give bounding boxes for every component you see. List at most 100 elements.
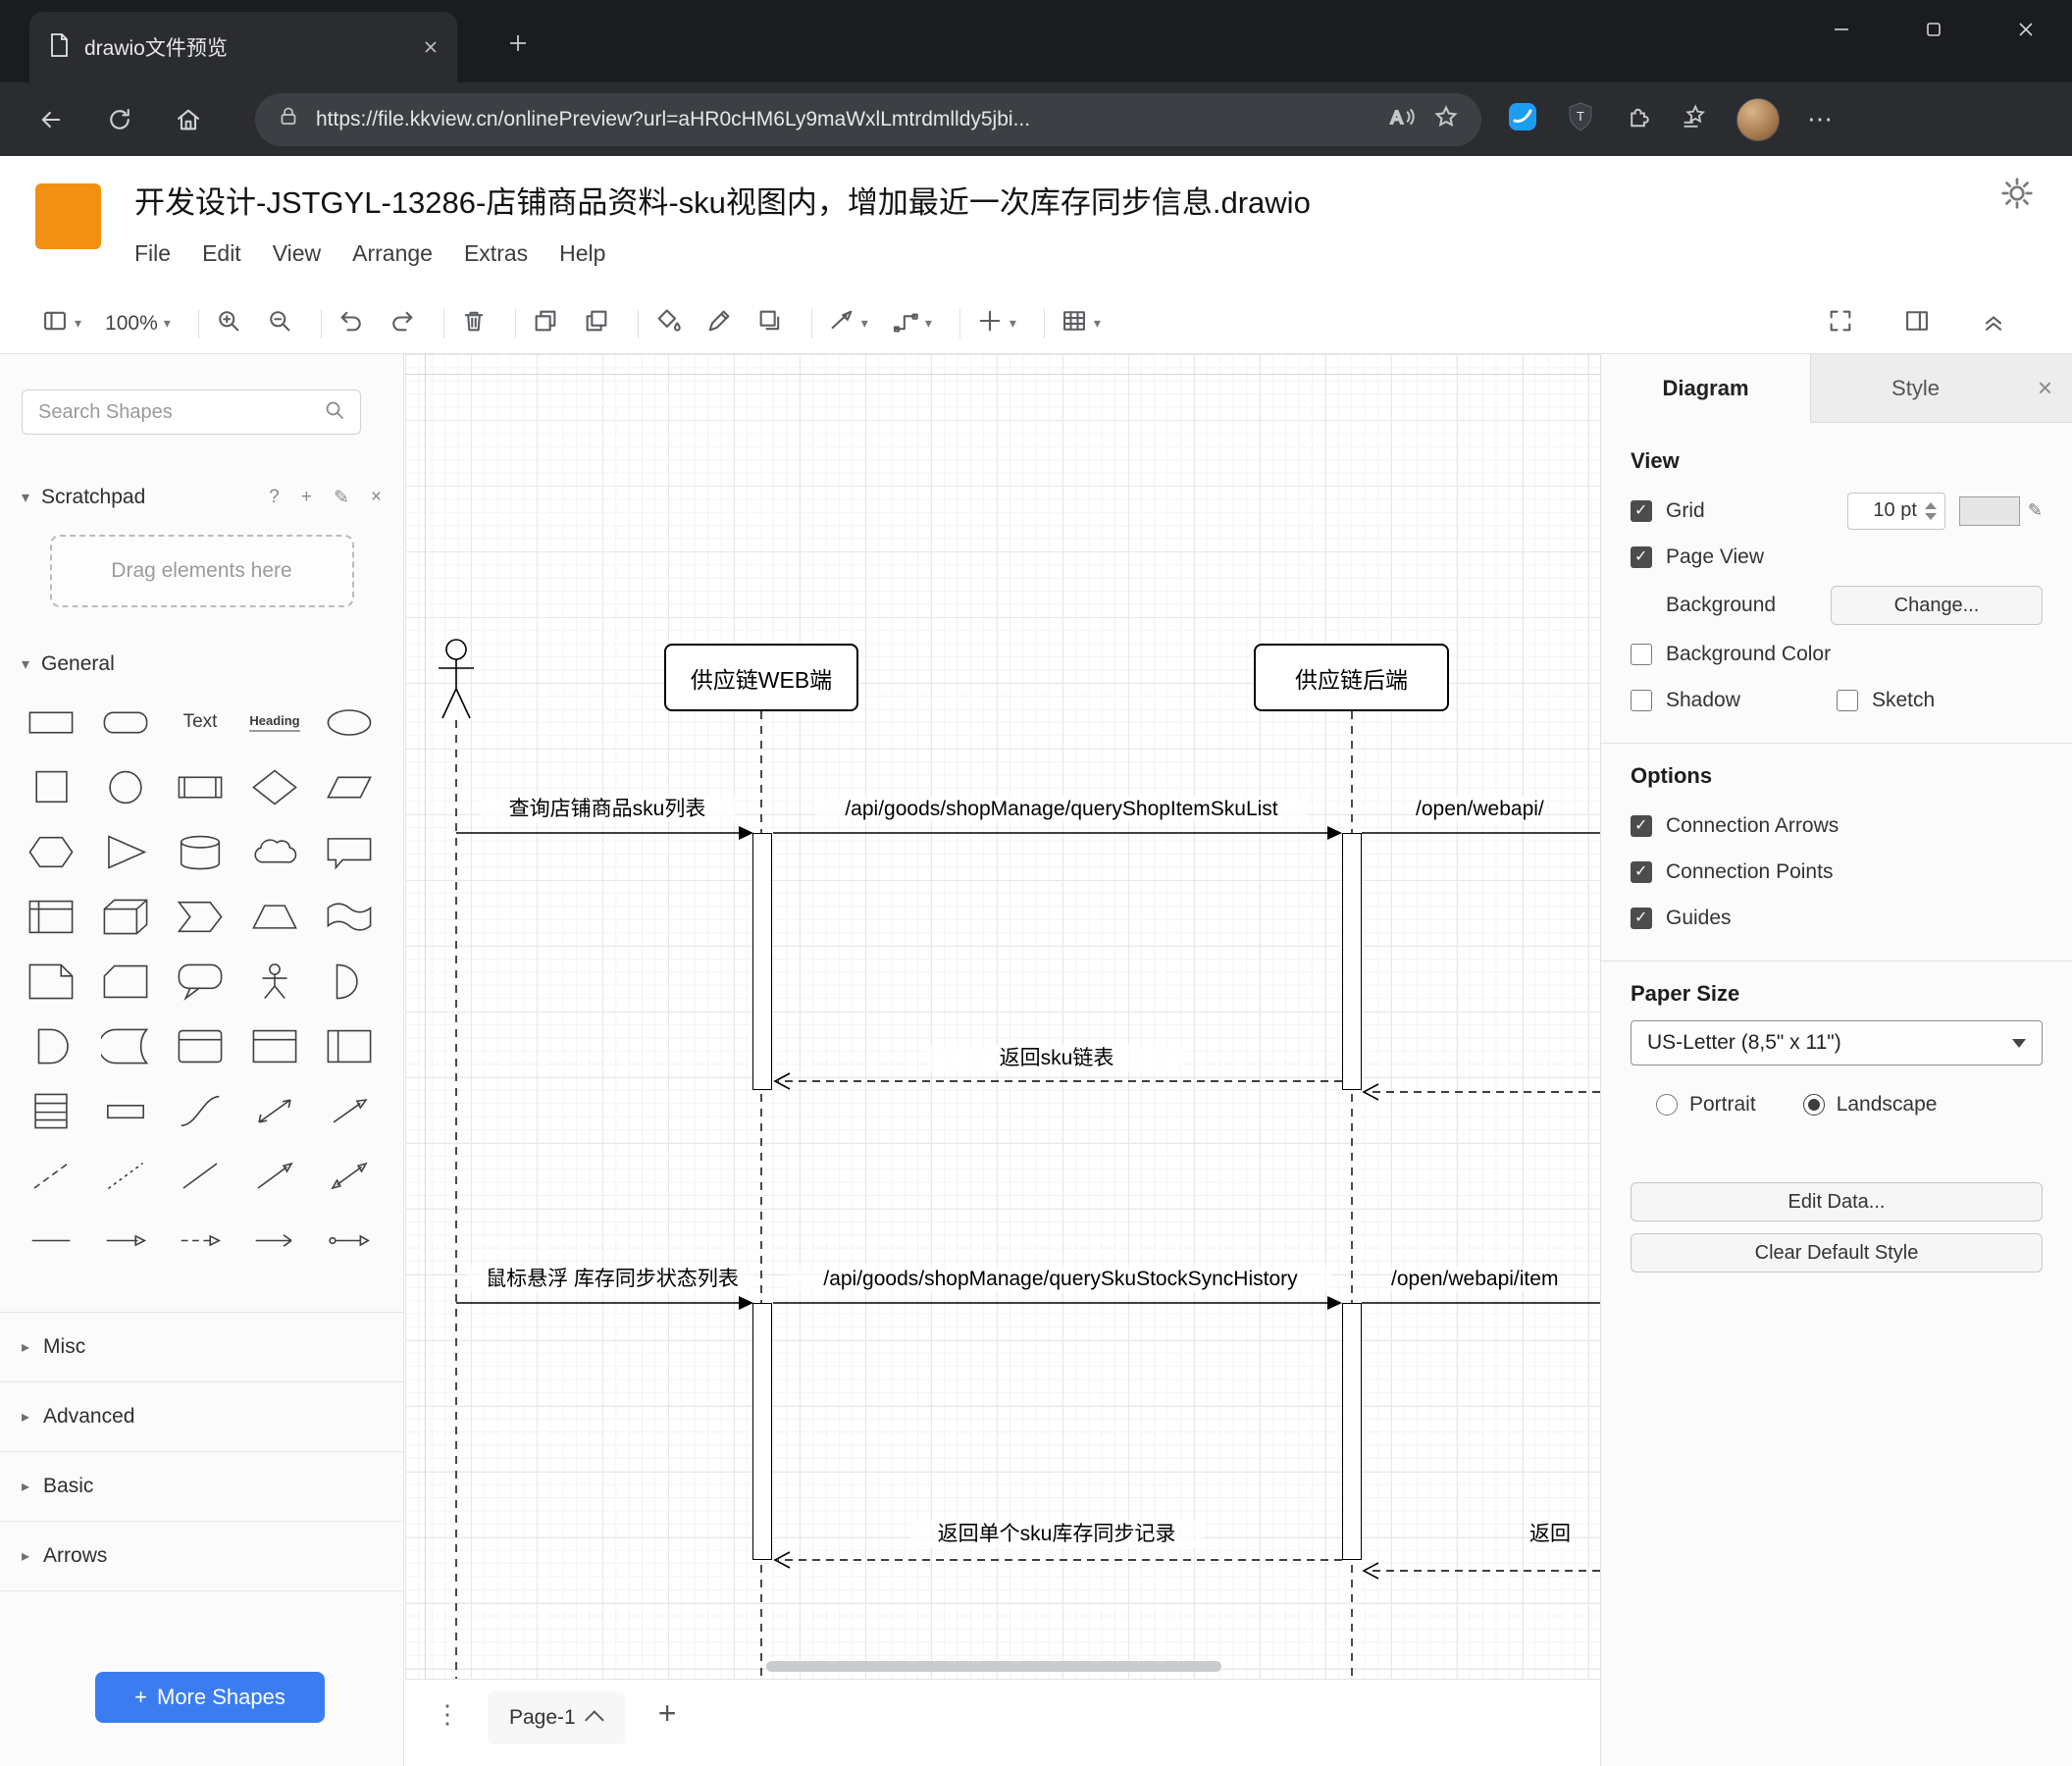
connection-arrows-checkbox[interactable] — [1631, 814, 1652, 837]
shape-circle[interactable] — [88, 754, 163, 819]
activation-bar[interactable] — [1342, 833, 1362, 1090]
section-basic[interactable]: ▸ Basic — [0, 1451, 403, 1521]
shape-parallelogram[interactable] — [312, 754, 387, 819]
page-view-checkbox[interactable] — [1631, 545, 1652, 568]
zoom-level-button[interactable]: 100% ▾ — [105, 312, 171, 336]
delete-button[interactable] — [460, 307, 488, 339]
shape-directional-line[interactable] — [237, 1143, 312, 1208]
landscape-radio[interactable] — [1802, 1093, 1825, 1116]
profile-avatar[interactable] — [1736, 97, 1780, 141]
lifeline-box-backend[interactable]: 供应链后端 — [1254, 644, 1449, 711]
more-shapes-button[interactable]: + More Shapes — [95, 1672, 325, 1723]
connection-button[interactable]: ▾ — [828, 307, 868, 339]
home-icon[interactable] — [165, 96, 212, 143]
shape-rectangle[interactable] — [14, 690, 88, 754]
grid-checkbox[interactable] — [1631, 499, 1652, 522]
shape-callout[interactable] — [163, 949, 237, 1013]
edit-data-button[interactable]: Edit Data... — [1631, 1182, 2043, 1221]
shape-process[interactable] — [163, 754, 237, 819]
shape-note[interactable] — [14, 949, 88, 1013]
message-label[interactable]: /api/goods/shopManage/querySkuStockSyncH… — [790, 1266, 1331, 1292]
diagram-canvas[interactable]: 供应链WEB端 供应链后端 查询店铺商品sku列表 /api/goods/sho… — [405, 354, 1600, 1679]
message-label[interactable]: /open/webapi/ — [1416, 796, 1544, 822]
change-background-button[interactable]: Change... — [1831, 586, 2043, 625]
menu-help[interactable]: Help — [559, 240, 605, 267]
shape-connector-arrow[interactable] — [312, 1208, 387, 1273]
shape-line[interactable] — [163, 1143, 237, 1208]
shape-dashed-arrow[interactable] — [163, 1208, 237, 1273]
minimize-button[interactable] — [1795, 0, 1888, 59]
add-page-button[interactable]: + — [658, 1691, 677, 1732]
message-label[interactable]: 查询店铺商品sku列表 — [480, 796, 735, 822]
shape-and[interactable] — [14, 1013, 88, 1078]
lifeline-box-web[interactable]: 供应链WEB端 — [664, 644, 858, 711]
shape-arrow-right[interactable] — [88, 1208, 163, 1273]
favorite-star-icon[interactable] — [1432, 103, 1460, 135]
redo-button[interactable] — [388, 307, 416, 339]
message-label[interactable]: /api/goods/shopManage/queryShopItemSkuLi… — [816, 796, 1307, 822]
shape-bidirectional-arrow[interactable] — [237, 1078, 312, 1143]
to-front-button[interactable] — [532, 307, 559, 339]
view-button[interactable]: ▾ — [41, 307, 81, 339]
add-icon[interactable]: + — [301, 487, 312, 509]
edit-icon[interactable]: ✎ — [334, 487, 349, 509]
shape-square[interactable] — [14, 754, 88, 819]
shape-tape[interactable] — [312, 884, 387, 949]
menu-edit[interactable]: Edit — [202, 240, 241, 267]
shape-or[interactable] — [312, 949, 387, 1013]
shadow-checkbox[interactable] — [1631, 689, 1652, 711]
shape-link[interactable] — [14, 1208, 88, 1273]
shape-dotted-line[interactable] — [88, 1143, 163, 1208]
return-label[interactable]: 返回单个sku库存同步记录 — [909, 1521, 1204, 1547]
favorites-hub-icon[interactable] — [1680, 102, 1709, 136]
connection-points-checkbox[interactable] — [1631, 860, 1652, 883]
message-label[interactable]: /open/webapi/item — [1391, 1266, 1559, 1292]
message-label[interactable]: 鼠标悬浮 库存同步状态列表 — [470, 1266, 754, 1292]
address-bar[interactable]: https://file.kkview.cn/onlinePreview?url… — [255, 92, 1481, 146]
shape-actor[interactable] — [237, 949, 312, 1013]
return-label[interactable]: 返回 — [1529, 1521, 1571, 1547]
table-button[interactable]: ▾ — [1061, 307, 1101, 339]
shape-arrow[interactable] — [312, 1078, 387, 1143]
stepper-icon[interactable] — [1924, 501, 1937, 520]
fullscreen-button[interactable] — [1827, 307, 1854, 339]
shape-open-arrow[interactable] — [237, 1208, 312, 1273]
close-icon[interactable]: × — [371, 487, 382, 509]
shadow-button[interactable] — [756, 307, 784, 339]
back-icon[interactable] — [27, 96, 75, 143]
scratchpad-dropzone[interactable]: Drag elements here — [49, 535, 354, 607]
activation-bar[interactable] — [1342, 1303, 1362, 1560]
shape-step[interactable] — [163, 884, 237, 949]
zoom-out-button[interactable] — [266, 307, 293, 339]
shape-internal-storage[interactable] — [14, 884, 88, 949]
section-misc[interactable]: ▸ Misc — [0, 1312, 403, 1381]
shape-callout-rectangle[interactable] — [312, 819, 387, 884]
insert-button[interactable]: ▾ — [976, 307, 1016, 339]
menu-extras[interactable]: Extras — [464, 240, 528, 267]
grid-color-swatch[interactable] — [1958, 495, 2020, 526]
shape-trapezoid[interactable] — [237, 884, 312, 949]
shape-cube[interactable] — [88, 884, 163, 949]
waypoints-button[interactable]: ▾ — [892, 307, 932, 339]
edit-color-icon[interactable]: ✎ — [2028, 500, 2043, 521]
maximize-button[interactable] — [1888, 0, 1980, 59]
shape-dashed-line[interactable] — [14, 1143, 88, 1208]
shape-triangle[interactable] — [88, 819, 163, 884]
shape-rounded-rectangle[interactable] — [88, 690, 163, 754]
theme-toggle-icon[interactable] — [1999, 176, 2035, 216]
shape-data-storage[interactable] — [88, 1013, 163, 1078]
section-general[interactable]: ▾ General — [22, 652, 382, 676]
browser-menu-icon[interactable]: ⋯ — [1807, 104, 1835, 134]
shape-curve[interactable] — [163, 1078, 237, 1143]
portrait-radio[interactable] — [1656, 1093, 1678, 1116]
scratchpad-header[interactable]: ▾ Scratchpad ? + ✎ × — [22, 486, 382, 509]
help-icon[interactable]: ? — [269, 487, 280, 509]
sketch-checkbox[interactable] — [1837, 689, 1858, 711]
close-window-button[interactable] — [1980, 0, 2072, 59]
collapse-button[interactable] — [1980, 307, 2007, 339]
format-panel-button[interactable] — [1903, 307, 1931, 339]
search-input[interactable] — [36, 399, 323, 425]
shape-cloud[interactable] — [237, 819, 312, 884]
menu-view[interactable]: View — [273, 240, 321, 267]
shield-extension-icon[interactable]: T — [1566, 101, 1595, 137]
